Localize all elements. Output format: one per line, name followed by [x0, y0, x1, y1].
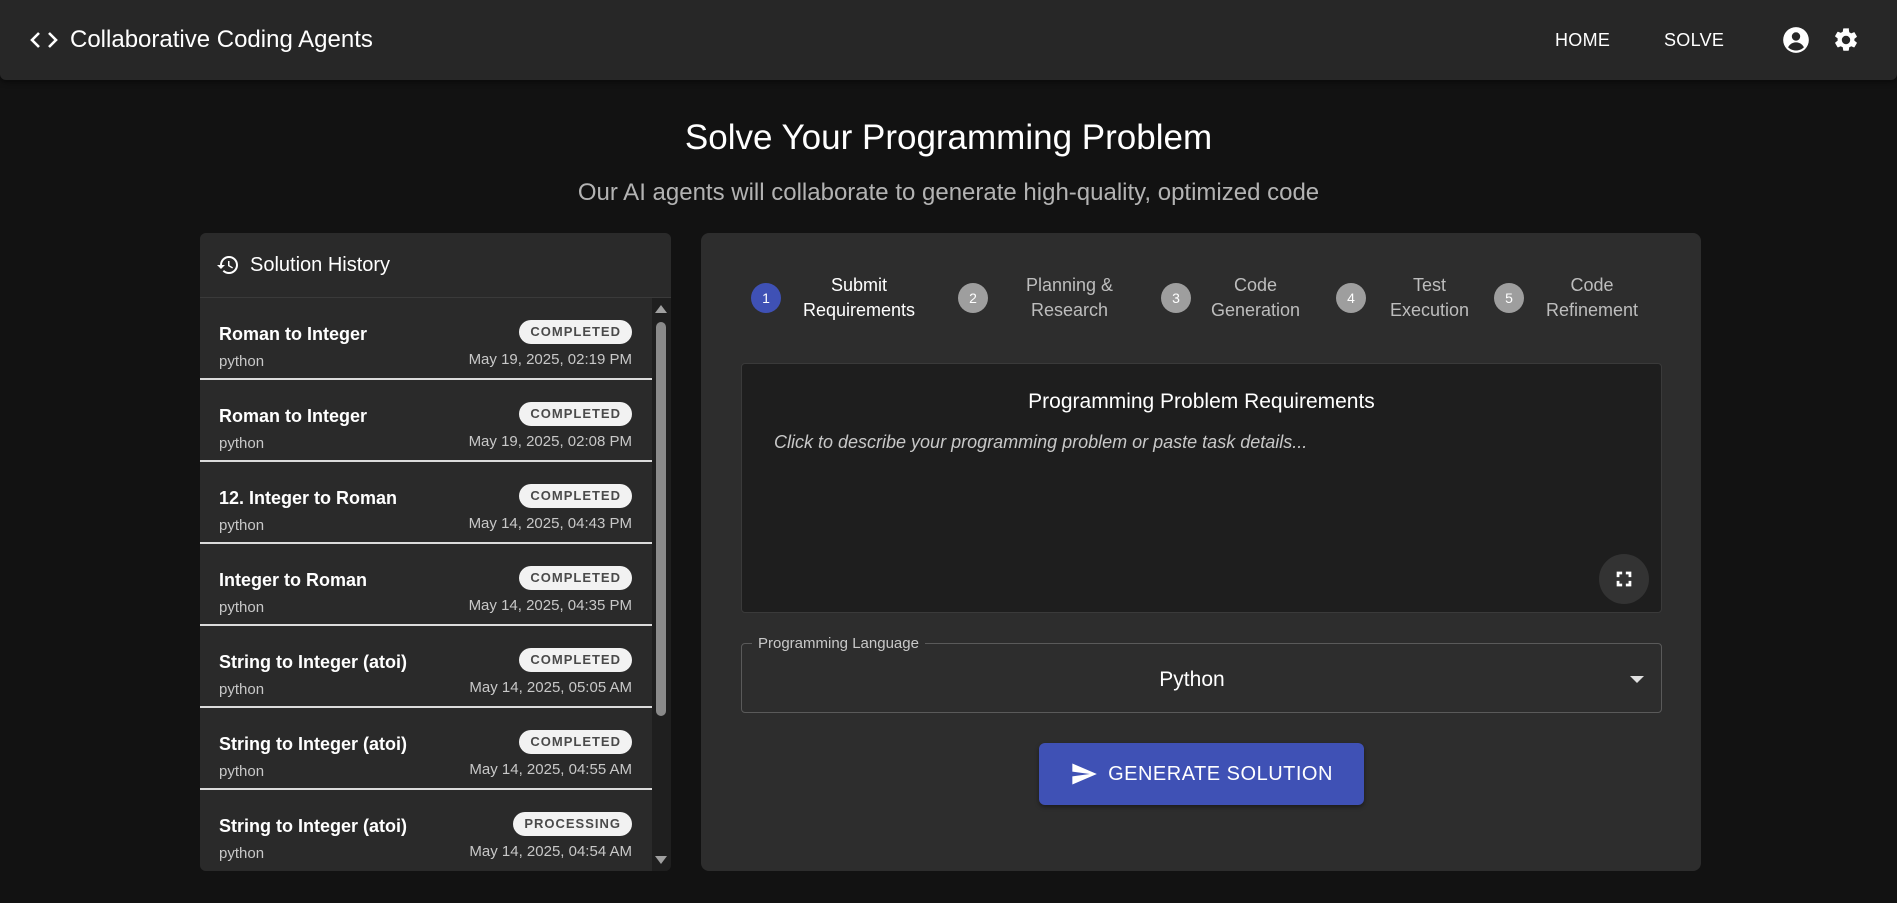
step-number: 4	[1336, 283, 1366, 313]
history-item-date: May 19, 2025, 02:19 PM	[468, 351, 632, 368]
history-item[interactable]: Roman to Integer COMPLETED python May 19…	[200, 380, 652, 462]
history-header: Solution History	[200, 233, 671, 298]
generate-solution-label: GENERATE SOLUTION	[1108, 762, 1333, 785]
step-label: Code Generation	[1211, 273, 1300, 323]
step-label-line1: Submit	[831, 275, 888, 295]
nav-solve-label: SOLVE	[1664, 29, 1725, 50]
fullscreen-icon	[1616, 571, 1632, 587]
status-badge: COMPLETED	[519, 730, 632, 754]
status-badge: COMPLETED	[519, 402, 632, 426]
progress-stepper: 1 Submit Requirements 2 Planning & Resea…	[701, 233, 1701, 363]
step-number: 5	[1494, 283, 1524, 313]
history-icon	[216, 253, 240, 277]
status-badge: COMPLETED	[519, 320, 632, 344]
history-item-name: Roman to Integer	[219, 324, 368, 344]
history-item-language: python	[219, 435, 265, 452]
step-label-line2: Requirements	[803, 300, 916, 320]
account-button[interactable]	[1780, 24, 1812, 56]
step-submit-requirements: 1 Submit Requirements	[751, 273, 915, 323]
status-badge: PROCESSING	[513, 812, 632, 836]
nav-home-link[interactable]: HOME	[1555, 0, 1610, 80]
step-label: Code Refinement	[1546, 273, 1638, 323]
history-item-name: String to Integer (atoi)	[219, 734, 407, 754]
history-item[interactable]: 12. Integer to Roman COMPLETED python Ma…	[200, 462, 652, 544]
step-test-execution: 4 Test Execution	[1336, 273, 1469, 323]
history-item-date: May 14, 2025, 04:54 AM	[469, 843, 632, 860]
settings-button[interactable]	[1830, 24, 1862, 56]
history-item[interactable]: String to Integer (atoi) PROCESSING pyth…	[200, 790, 652, 871]
language-value: Python	[1159, 668, 1225, 691]
history-item-language: python	[219, 763, 265, 780]
history-item-language: python	[219, 845, 265, 862]
step-number: 2	[958, 283, 988, 313]
app-title: Collaborative Coding Agents	[70, 26, 373, 53]
status-badge: COMPLETED	[519, 566, 632, 590]
history-item-name: 12. Integer to Roman	[219, 488, 398, 508]
history-item-language: python	[219, 599, 265, 616]
generate-solution-button[interactable]: GENERATE SOLUTION	[1039, 743, 1364, 805]
step-label-line1: Test	[1413, 275, 1447, 295]
app-bar: Collaborative Coding Agents HOME SOLVE	[0, 0, 1897, 80]
history-item-date: May 14, 2025, 05:05 AM	[469, 679, 632, 696]
scroll-down-arrow-icon[interactable]	[655, 856, 667, 864]
history-item-name: String to Integer (atoi)	[219, 652, 407, 672]
history-item-date: May 19, 2025, 02:08 PM	[468, 433, 632, 450]
requirements-title: Programming Problem Requirements	[1028, 390, 1375, 413]
step-label-line1: Code	[1234, 275, 1278, 295]
history-item-date: May 14, 2025, 04:43 PM	[468, 515, 632, 532]
step-label-line2: Generation	[1211, 300, 1301, 320]
step-number: 1	[751, 283, 781, 313]
history-item-name: Roman to Integer	[219, 406, 368, 426]
history-list: Roman to Integer COMPLETED python May 19…	[200, 298, 652, 871]
step-planning-research: 2 Planning & Research	[958, 273, 1113, 323]
requirements-editor[interactable]: Programming Problem Requirements Click t…	[741, 363, 1662, 613]
solve-panel: 1 Submit Requirements 2 Planning & Resea…	[701, 233, 1701, 871]
status-badge: COMPLETED	[519, 648, 632, 672]
step-number: 3	[1161, 283, 1191, 313]
history-item[interactable]: String to Integer (atoi) COMPLETED pytho…	[200, 626, 652, 708]
history-title: Solution History	[250, 253, 391, 276]
nav-solve-link[interactable]: SOLVE	[1664, 0, 1724, 80]
send-icon	[1070, 760, 1098, 788]
step-code-generation: 3 Code Generation	[1161, 273, 1300, 323]
step-label-line2: Research	[1031, 300, 1109, 320]
solution-history-panel: Solution History Roman to Integer COMPLE…	[200, 233, 671, 871]
history-item-date: May 14, 2025, 04:55 AM	[469, 761, 632, 778]
brand[interactable]: Collaborative Coding Agents	[30, 26, 373, 54]
step-code-refinement: 5 Code Refinement	[1494, 273, 1638, 323]
history-item[interactable]: Roman to Integer COMPLETED python May 19…	[200, 298, 652, 380]
page-subtitle: Our AI agents will collaborate to genera…	[577, 179, 1320, 206]
step-label: Test Execution	[1390, 273, 1469, 323]
step-label: Planning & Research	[1026, 273, 1113, 323]
history-item[interactable]: String to Integer (atoi) COMPLETED pytho…	[200, 708, 652, 790]
language-label: Programming Language	[752, 635, 925, 652]
requirements-placeholder[interactable]: Click to describe your programming probl…	[774, 432, 1307, 453]
history-item-language: python	[219, 517, 265, 534]
history-item-language: python	[219, 681, 265, 698]
nav-home-label: HOME	[1555, 29, 1611, 50]
history-item[interactable]: Integer to Roman COMPLETED python May 14…	[200, 544, 652, 626]
language-select[interactable]: Programming Language Python	[741, 635, 1662, 713]
page-title: Solve Your Programming Problem	[684, 118, 1213, 157]
step-label-line2: Execution	[1390, 300, 1470, 320]
history-item-name: String to Integer (atoi)	[219, 816, 407, 836]
history-item-date: May 14, 2025, 04:35 PM	[468, 597, 632, 614]
code-icon	[30, 27, 60, 53]
history-item-name: Integer to Roman	[219, 570, 368, 590]
step-label: Submit Requirements	[803, 273, 915, 323]
scroll-up-arrow-icon[interactable]	[655, 305, 667, 313]
step-label-line1: Code	[1570, 275, 1614, 295]
step-label-line1: Planning &	[1026, 275, 1114, 295]
history-item-language: python	[219, 353, 265, 370]
account-circle-icon	[1783, 27, 1809, 53]
scrollbar-thumb[interactable]	[656, 322, 666, 716]
fullscreen-button[interactable]	[1599, 554, 1649, 604]
step-label-line2: Refinement	[1546, 300, 1639, 320]
gear-icon	[1835, 28, 1857, 51]
status-badge: COMPLETED	[519, 484, 632, 508]
dropdown-arrow-icon	[1630, 676, 1644, 683]
